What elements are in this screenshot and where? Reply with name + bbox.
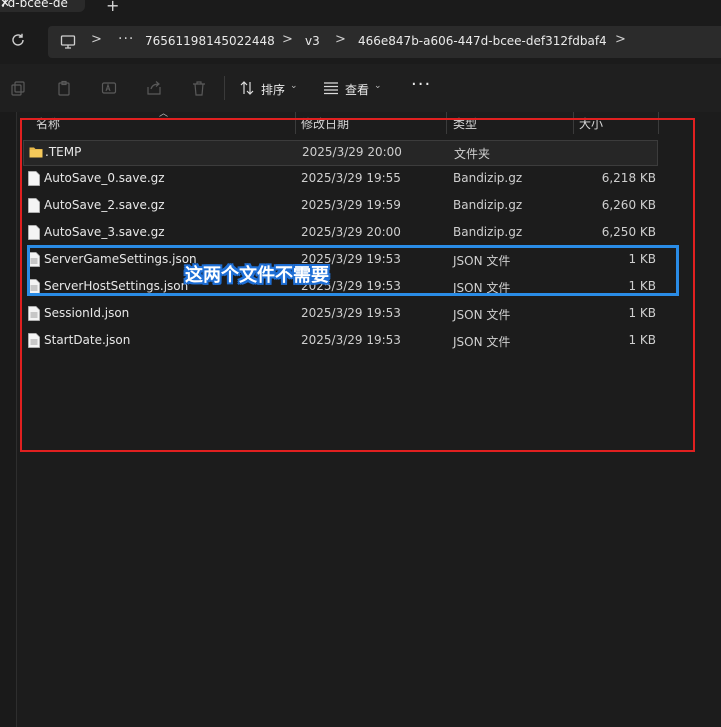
more-options-button[interactable]: ··· [411,74,431,95]
rename-icon[interactable] [101,80,117,96]
navigation-pane[interactable] [0,112,17,727]
chevron-right-icon[interactable]: > [335,32,346,47]
chevron-right-icon[interactable]: > [282,32,293,47]
blue-highlight-box [27,245,679,296]
paste-icon[interactable] [56,80,72,96]
computer-icon [60,34,76,50]
sort-button[interactable]: 排序 [261,81,285,98]
tab-bar: 7d-bcee-de ✕ + [0,0,721,20]
close-icon[interactable]: ✕ [0,0,10,10]
view-button[interactable]: 查看 [345,81,369,98]
delete-icon[interactable] [191,80,207,96]
breadcrumb-item[interactable]: v3 [305,34,320,48]
address-bar-row: > ··· 76561198145022448 > v3 > 466e847b-… [0,20,721,64]
toolbar-divider [224,76,225,100]
new-tab-icon[interactable]: + [106,0,119,15]
chevron-right-icon[interactable]: > [615,32,626,47]
command-bar: 排序 ⌄ 查看 ⌄ ··· [0,64,721,113]
share-icon[interactable] [146,80,162,96]
chevron-right-icon[interactable]: > [91,32,102,47]
tab-title: 7d-bcee-de [0,0,68,10]
chevron-down-icon[interactable]: ⌄ [374,81,382,91]
breadcrumb-item[interactable]: 466e847b-a606-447d-bcee-def312fdbaf4 [358,34,607,48]
refresh-icon[interactable] [10,32,28,50]
breadcrumb-overflow[interactable]: ··· [118,31,134,47]
chevron-down-icon[interactable]: ⌄ [290,81,298,91]
annotation-label: 这两个文件不需要 [185,265,329,286]
sort-icon[interactable] [239,80,255,96]
address-bar[interactable]: > ··· 76561198145022448 > v3 > 466e847b-… [48,26,721,58]
view-icon[interactable] [323,80,339,96]
copy-icon[interactable] [10,80,26,96]
breadcrumb-item[interactable]: 76561198145022448 [145,34,275,48]
tab-active[interactable]: 7d-bcee-de ✕ [0,0,85,12]
